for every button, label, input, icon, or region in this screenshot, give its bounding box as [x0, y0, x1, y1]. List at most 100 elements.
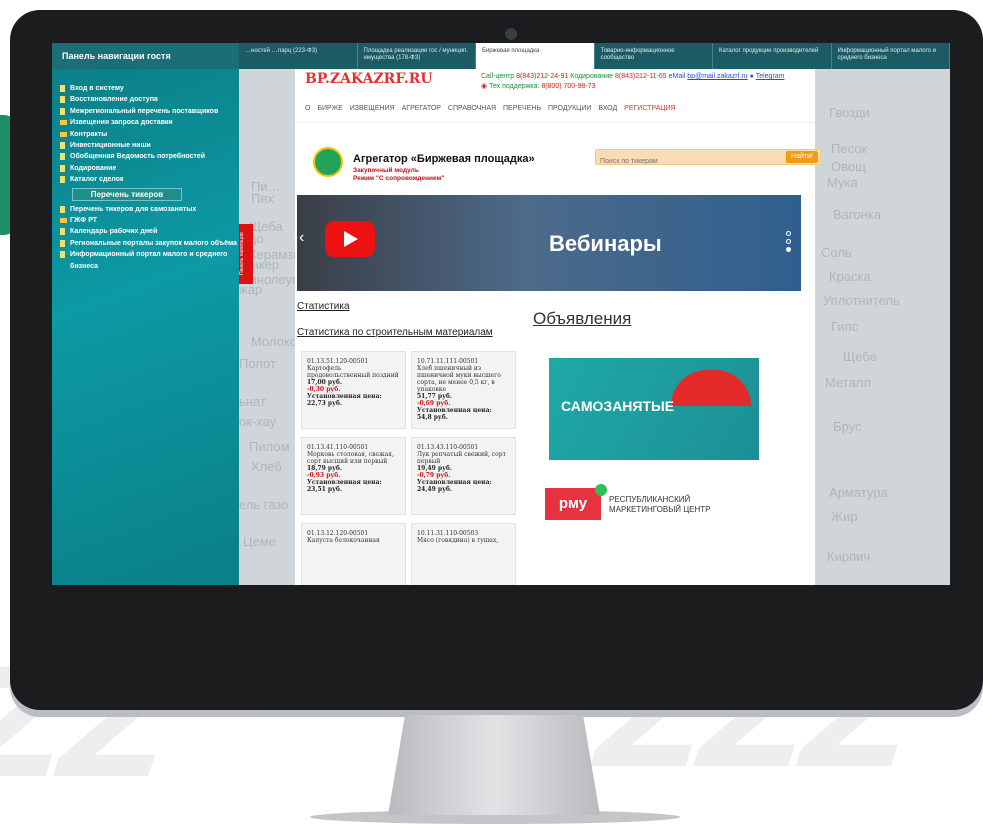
tab[interactable]: Информационный портал малого и среднего … — [832, 43, 950, 69]
self-employed-banner[interactable]: САМОЗАНЯТЫЕ — [549, 358, 759, 460]
background-word: Кирпич — [827, 549, 871, 564]
sidebar-item[interactable]: Межрегиональный перечень поставщиков — [60, 106, 239, 117]
search-button[interactable]: Найти! — [786, 151, 818, 163]
ticker-card-name: Капуста белокочанная — [307, 537, 380, 544]
sidebar-item[interactable]: Информационный портал малого и среднего … — [60, 249, 239, 272]
background-word: Краска — [829, 269, 871, 284]
email-link[interactable]: bp@mail.zakazrf.ru — [687, 73, 747, 80]
sidebar-item[interactable]: Инвестиционные ниши — [60, 140, 239, 151]
rmc-banner[interactable]: рму РЕСПУБЛИКАНСКИЙ МАРКЕТИНГОВЫЙ ЦЕНТР — [545, 484, 775, 524]
sidebar-item[interactable]: Календарь рабочих дней — [60, 226, 239, 237]
camera-icon — [505, 28, 517, 40]
background-word: Металл — [825, 375, 871, 390]
nav-link[interactable]: ИЗВЕЩЕНИЯ — [350, 105, 395, 112]
ticker-card-delta: -0,30 руб. — [307, 386, 341, 393]
ticker-card[interactable]: 10.71.11.111-00501 Хлеб пшеничный из пшен… — [411, 351, 516, 429]
ticker-card-delta: -0,79 руб. — [417, 472, 451, 479]
ticker-card-label: Установленная цена: — [307, 479, 382, 486]
tab[interactable]: Площадка реализации гос / муницип. имуще… — [358, 43, 476, 69]
background-word: Цеме — [243, 534, 277, 549]
page-area: Пи… Пях Щеба цо Анкер Керамзи Молоко Полот ьнат о… — [239, 69, 950, 585]
carousel-dots[interactable] — [786, 231, 791, 255]
ticker-card-name: Мясо (говядина) в тушах, — [417, 537, 499, 544]
ticker-card-label: Установленная цена: — [417, 479, 492, 486]
tab[interactable]: Биржевая площадка — [476, 43, 595, 69]
telegram-icon: ● — [749, 73, 754, 80]
banner-text: Вебинары — [549, 231, 662, 256]
ticker-card-code: 01.13.41.110-00501 — [307, 444, 369, 451]
tab[interactable]: Товарно-информационное сообщество — [595, 43, 713, 69]
sidebar-item[interactable]: Кодирование — [60, 163, 239, 174]
ticker-card-label: Установленная цена: — [417, 407, 492, 414]
background-word: Щебе — [843, 349, 877, 364]
ticker-card-code: 10.11.31.110-00503 — [417, 530, 479, 537]
aggregator-module: Закупочный модуль — [353, 167, 419, 174]
nav-link[interactable]: ВХОД — [598, 105, 617, 112]
ticker-card-name: Картофель продовольственный поздний — [307, 365, 399, 379]
sidebar-item[interactable]: Восстановление доступа — [60, 94, 239, 105]
nav-link[interactable]: СПРАВОЧНАЯ — [448, 105, 496, 112]
rmc-text: РЕСПУБЛИКАНСКИЙ МАРКЕТИНГОВЫЙ ЦЕНТР — [609, 495, 711, 515]
sidebar-item[interactable]: Перечень тикеров для самозанятых — [60, 204, 239, 215]
background-word: Вагонка — [833, 207, 881, 222]
background-word: Арматура — [829, 485, 888, 500]
ticker-card-set-price: 22,73 руб. — [307, 400, 343, 407]
background-word: Керамзи — [249, 247, 301, 262]
ticker-card-name: Морковь столовая, свежая, сорт высший ил… — [307, 451, 394, 465]
nav-link[interactable]: О БИРЖЕ — [305, 105, 343, 112]
sidebar-item[interactable]: Извещения запроса доставки — [60, 117, 239, 128]
rmc-text-line1: РЕСПУБЛИКАНСКИЙ — [609, 495, 691, 504]
ticker-card-name: Лук репчатый свежий, сорт первый — [417, 451, 506, 465]
sidebar-item[interactable]: Вход в систему — [60, 83, 239, 94]
ticker-card[interactable]: 01.13.41.110-00501 Морковь столовая, свеж… — [301, 437, 406, 515]
monitor-stand — [388, 715, 600, 815]
search-input[interactable] — [596, 154, 766, 169]
ticker-card[interactable]: 10.11.31.110-00503 Мясо (говядина) в туша… — [411, 523, 516, 585]
background-word: Пях — [251, 191, 274, 206]
contacts: Call-центр 8(843)212-24-91 Кодирование 8… — [481, 72, 785, 92]
nav-link[interactable]: АГРЕГАТОР — [402, 105, 441, 112]
tab[interactable]: …ностей …ларц (223-ФЗ) — [239, 43, 358, 69]
ticker-card[interactable]: 01.13.51.120-00501 Картофель продовольств… — [301, 351, 406, 429]
sidebar-title: Панель навигации гостя — [52, 43, 239, 69]
support-phone: 8(800) 700-98-73 — [541, 83, 596, 90]
sidebar-item[interactable]: ГЖФ РТ — [60, 215, 239, 226]
sidebar-item[interactable]: Каталог сделок — [60, 174, 239, 185]
main-nav: О БИРЖЕ ИЗВЕЩЕНИЯ АГРЕГАТОР СПРАВОЧНАЯ П… — [305, 105, 676, 112]
construction-statistics-link[interactable]: Статистика по строительным материалам — [297, 327, 493, 338]
site-logo[interactable]: BP.ZAKAZRF.RU — [305, 71, 433, 87]
telegram-link[interactable]: Telegram — [756, 73, 785, 80]
ticker-card-price: 19,49 руб. — [417, 465, 453, 472]
background-word: Молоко — [251, 334, 297, 349]
tab[interactable]: Каталог продукции производителей — [713, 43, 832, 69]
rmc-dot-icon — [595, 484, 607, 496]
background-word: Брус — [833, 419, 862, 434]
sidebar-menu: Вход в систему Восстановление доступа Межр… — [52, 69, 239, 272]
nav-link[interactable]: ПЕРЕЧЕНЬ ПРОДУКЦИИ — [503, 105, 591, 112]
ticker-card-delta: -0,69 руб. — [417, 400, 451, 407]
email-label: eMail — [668, 73, 686, 80]
main-content: BP.ZAKAZRF.RU Call-центр 8(843)212-24-91… — [295, 69, 821, 585]
ticker-card[interactable]: 01.13.12.120-00501 Капуста белокочанная — [301, 523, 406, 585]
play-icon[interactable] — [325, 221, 375, 257]
support-label: Тех поддержка: — [489, 83, 540, 90]
ticker-search: Найти! — [595, 149, 821, 169]
navigation-panel-tab[interactable]: Панель навигации — [239, 224, 253, 284]
statistics-link[interactable]: Статистика — [297, 301, 350, 312]
sidebar-item[interactable]: Контракты — [60, 129, 239, 140]
aggregator-title: Агрегатор «Биржевая площадка» — [353, 153, 535, 165]
ticker-card-code: 01.13.43.110-00501 — [417, 444, 479, 451]
nav-link[interactable]: РЕГИСТРАЦИЯ — [624, 105, 675, 112]
ticker-card[interactable]: 01.13.43.110-00501 Лук репчатый свежий, с… — [411, 437, 516, 515]
sidebar-item[interactable]: Обобщенная Ведомость потребностей — [60, 151, 239, 162]
sidebar-item[interactable]: Региональные порталы закупок малого объё… — [60, 238, 239, 249]
chevron-left-icon[interactable]: ‹ — [299, 229, 304, 247]
webinar-banner[interactable]: ‹ Вебинары — [297, 195, 801, 291]
background-word: ьнат — [239, 394, 266, 409]
callcenter-label: Call-центр — [481, 73, 515, 80]
sidebar-item-selected[interactable]: Перечень тикеров — [72, 187, 182, 201]
background-word: ель газо — [239, 497, 289, 512]
background-word: Мука — [827, 175, 858, 190]
ticker-card-name: Хлеб пшеничный из пшеничной муки высшего… — [417, 365, 501, 393]
background-word: Овощ — [831, 159, 866, 174]
